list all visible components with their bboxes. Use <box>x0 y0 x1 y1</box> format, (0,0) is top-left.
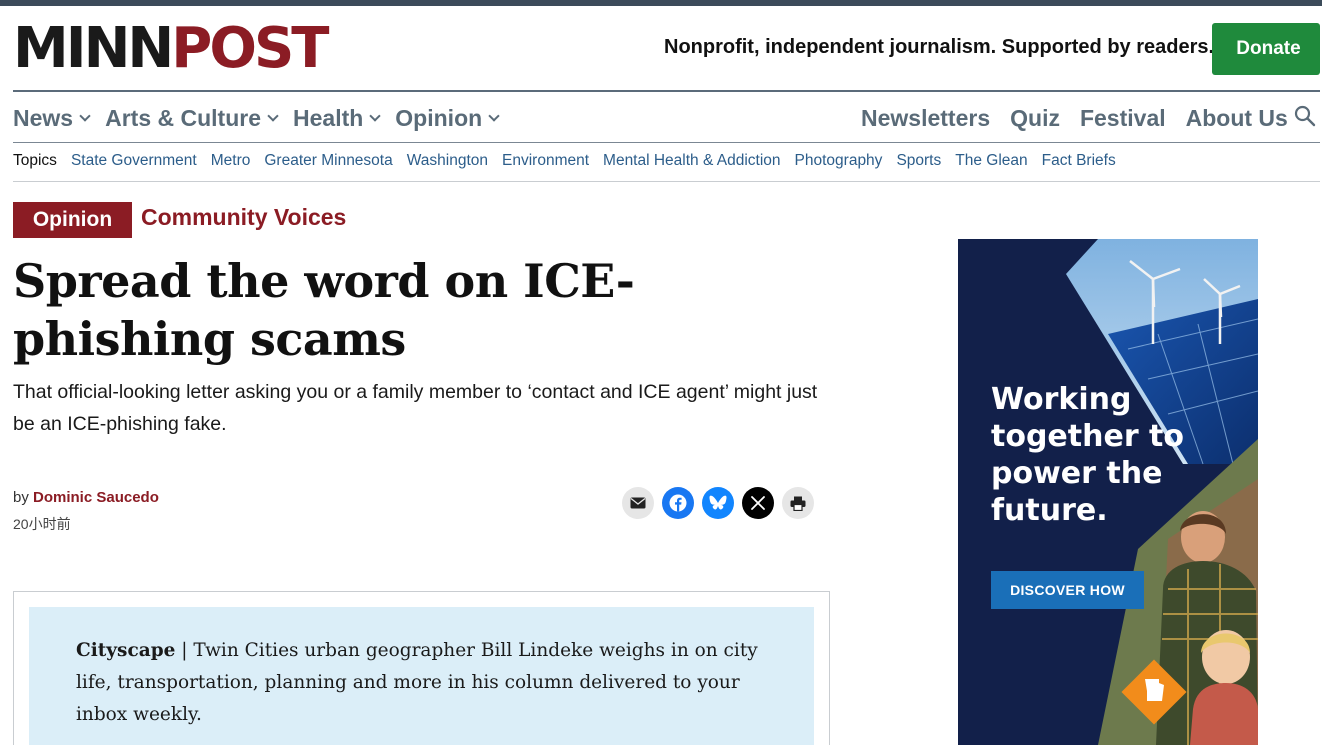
top-accent-bar <box>0 0 1322 6</box>
print-icon[interactable] <box>782 487 814 519</box>
topic-state-government[interactable]: State Government <box>71 152 197 170</box>
search-icon[interactable] <box>1293 104 1317 128</box>
topics-divider <box>13 181 1320 182</box>
nav-arts-culture-label: Arts & Culture <box>105 104 261 131</box>
minnpost-logo[interactable]: MINN POST <box>13 16 329 81</box>
ad-discover-button[interactable]: DISCOVER HOW <box>991 571 1144 609</box>
donate-label: Donate <box>1236 38 1301 59</box>
publish-time: 20小时前 <box>13 516 71 532</box>
chevron-down-icon <box>267 110 279 122</box>
topic-fact-briefs[interactable]: Fact Briefs <box>1042 152 1116 170</box>
chevron-down-icon <box>79 110 91 122</box>
article-headline: Spread the word on ICE-phishing scams <box>13 254 635 366</box>
topics-label: Topics <box>13 152 57 169</box>
share-buttons <box>622 487 814 519</box>
newsletter-promo[interactable]: Cityscape | Twin Cities urban geographer… <box>29 607 814 745</box>
topics-bar: Topics State Government Metro Greater Mi… <box>13 152 1116 170</box>
nav-about-us[interactable]: About Us <box>1186 105 1288 132</box>
promo-newsletter-name: Cityscape <box>76 640 176 661</box>
byline-prefix: by <box>13 489 29 506</box>
logo-post: POST <box>171 16 329 81</box>
chevron-down-icon <box>488 110 500 122</box>
topic-environment[interactable]: Environment <box>502 152 589 170</box>
header-divider <box>13 90 1320 92</box>
logo-minn: MINN <box>13 16 174 81</box>
author-link[interactable]: Dominic Saucedo <box>33 489 159 506</box>
promo-separator: | <box>175 640 194 661</box>
nav-quiz[interactable]: Quiz <box>1010 105 1060 132</box>
donate-button[interactable]: Donate <box>1212 23 1320 75</box>
section-label[interactable]: Community Voices <box>141 204 346 231</box>
nav-festival[interactable]: Festival <box>1080 105 1166 132</box>
byline: by Dominic Saucedo <box>13 489 159 506</box>
chevron-down-icon <box>369 110 381 122</box>
topic-metro[interactable]: Metro <box>211 152 251 170</box>
topic-the-glean[interactable]: The Glean <box>955 152 1027 170</box>
topic-greater-minnesota[interactable]: Greater Minnesota <box>264 152 392 170</box>
x-icon[interactable] <box>742 487 774 519</box>
facebook-icon[interactable] <box>662 487 694 519</box>
advertisement[interactable]: Working together to power the future. DI… <box>958 239 1258 745</box>
nav-newsletters[interactable]: Newsletters <box>861 105 990 132</box>
email-icon[interactable] <box>622 487 654 519</box>
nav-opinion-label: Opinion <box>395 104 483 131</box>
topic-photography[interactable]: Photography <box>795 152 883 170</box>
nav-opinion[interactable]: Opinion <box>395 104 500 132</box>
main-nav: News Arts & Culture Health Opinion <box>13 101 500 135</box>
bluesky-icon[interactable] <box>702 487 734 519</box>
article-dek: That official-looking letter asking you … <box>13 381 818 435</box>
nav-divider <box>13 142 1320 143</box>
nav-news-label: News <box>13 104 74 131</box>
nav-health[interactable]: Health <box>293 104 381 132</box>
secondary-nav: Newsletters Quiz Festival About Us <box>861 101 1288 135</box>
nav-health-label: Health <box>293 104 364 131</box>
topic-washington[interactable]: Washington <box>407 152 488 170</box>
site-tagline: Nonprofit, independent journalism. Suppo… <box>664 36 1215 58</box>
nav-arts-culture[interactable]: Arts & Culture <box>105 104 279 132</box>
ad-headline: Working together to power the future. <box>991 382 1185 528</box>
topic-sports[interactable]: Sports <box>896 152 941 170</box>
topic-mental-health[interactable]: Mental Health & Addiction <box>603 152 781 170</box>
opinion-badge[interactable]: Opinion <box>13 202 132 238</box>
nav-news[interactable]: News <box>13 104 91 132</box>
